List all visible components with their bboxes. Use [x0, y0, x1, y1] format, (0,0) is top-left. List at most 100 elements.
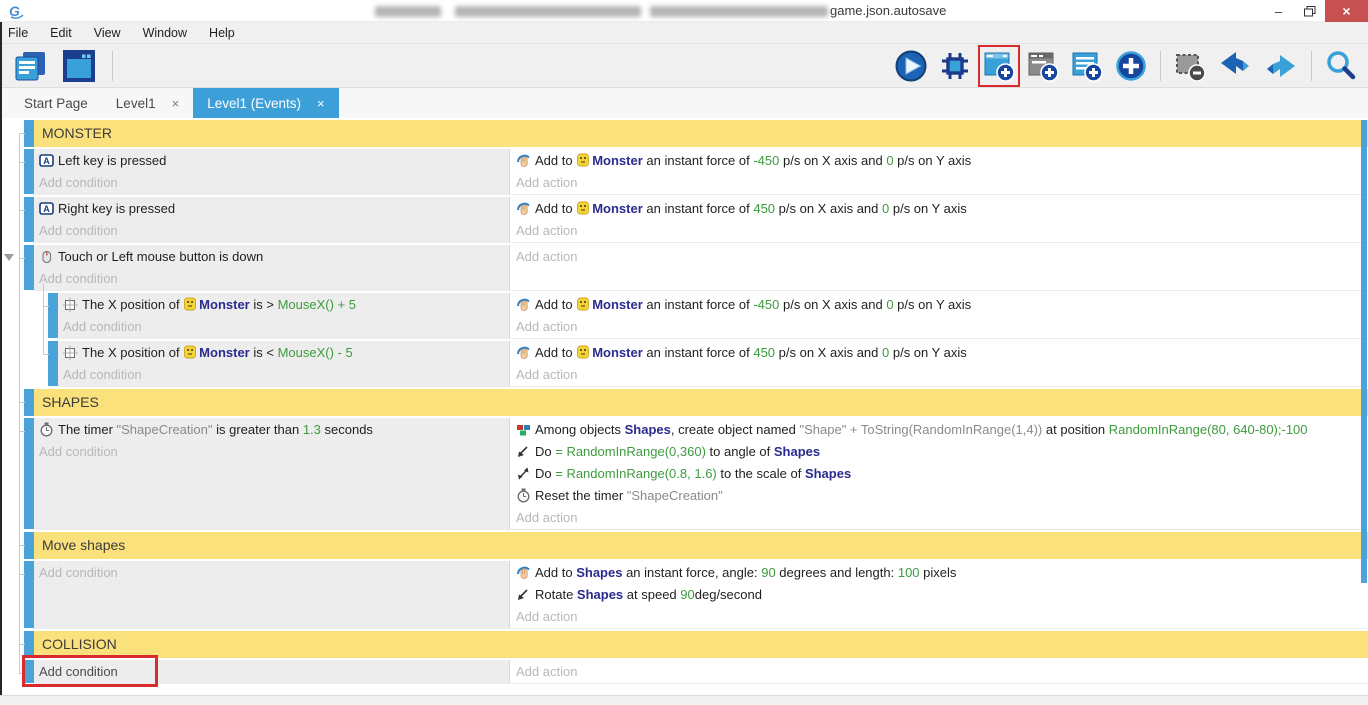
event-group-header[interactable]: MONSTER [34, 120, 1368, 147]
add-condition-button[interactable]: Add condition [34, 441, 509, 463]
add-action-button[interactable]: Add action [510, 246, 1368, 268]
action-line[interactable]: Do = RandomInRange(0.8, 1.6) to the scal… [510, 463, 1368, 485]
condition-line[interactable]: Touch or Left mouse button is down [34, 246, 509, 268]
monster-object-icon [183, 297, 199, 312]
tree-guide [43, 306, 49, 307]
actions-column: Among objects Shapes, create object name… [510, 418, 1368, 529]
tab-start-page[interactable]: Start Page [10, 88, 102, 118]
tab-level1-events-[interactable]: Level1 (Events) × [193, 88, 338, 118]
event-color-bar [24, 660, 34, 683]
text-segment: p/s on Y axis [894, 153, 972, 168]
collapse-expander-icon[interactable] [4, 254, 14, 261]
add-action-button[interactable]: Add action [510, 507, 1368, 529]
text-segment: 100 [898, 565, 920, 580]
window-left-border [0, 22, 2, 705]
toolbar [0, 44, 1368, 88]
add-action-button[interactable]: Add action [510, 661, 1368, 683]
event-color-bar [24, 389, 34, 416]
text-segment: p/s on Y axis [889, 201, 967, 216]
monster-object-icon [576, 201, 592, 216]
event-color-bar [48, 341, 58, 386]
action-line[interactable]: Among objects Shapes, create object name… [510, 419, 1368, 441]
text-segment: MouseX() - 5 [278, 345, 353, 360]
tab-level1[interactable]: Level1 × [102, 88, 193, 118]
conditions-column: The X position of Monster is < MouseX() … [58, 341, 510, 386]
condition-line[interactable]: The X position of Monster is < MouseX() … [58, 342, 509, 364]
undo-icon[interactable] [1213, 45, 1257, 87]
add-action-button[interactable]: Add action [510, 316, 1368, 338]
event-color-bar [24, 418, 34, 529]
gdevelop-logo-icon: G [7, 2, 27, 25]
close-button[interactable]: × [1325, 0, 1368, 22]
action-line[interactable]: Reset the timer "ShapeCreation" [510, 485, 1368, 507]
add-condition-button[interactable]: Add condition [58, 364, 509, 386]
menu-file[interactable]: File [8, 26, 39, 40]
text-segment: -450 [753, 297, 779, 312]
export-project-icon[interactable] [8, 45, 52, 87]
vertical-scrollbar[interactable] [1361, 120, 1367, 583]
action-line[interactable]: Add to Shapes an instant force, angle: 9… [510, 562, 1368, 584]
add-action-button[interactable]: Add action [510, 172, 1368, 194]
tab-label: Level1 [116, 96, 156, 111]
svg-text:A: A [43, 204, 50, 214]
tree-guide [19, 133, 20, 674]
tab-label: Level1 (Events) [207, 96, 301, 111]
add-condition-button[interactable]: Add condition [58, 316, 509, 338]
condition-line[interactable]: ARight key is pressed [34, 198, 509, 220]
add-action-button[interactable]: Add action [510, 606, 1368, 628]
conditions-column: ARight key is pressedAdd condition [34, 197, 510, 242]
condition-line[interactable]: The X position of Monster is > MouseX() … [58, 294, 509, 316]
menu-help[interactable]: Help [209, 26, 246, 40]
add-action-button[interactable]: Add action [510, 220, 1368, 242]
event-group-header[interactable]: SHAPES [34, 389, 1368, 416]
action-line[interactable]: Add to Monster an instant force of 450 p… [510, 198, 1368, 220]
event-group-header[interactable]: COLLISION [34, 631, 1368, 658]
redo-icon[interactable] [1259, 45, 1303, 87]
action-line[interactable]: Do = RandomInRange(0,360) to angle of Sh… [510, 441, 1368, 463]
add-condition-button[interactable]: Add condition [34, 268, 509, 290]
action-line[interactable]: Add to Monster an instant force of -450 … [510, 150, 1368, 172]
add-comment-icon[interactable] [1066, 45, 1108, 87]
text-segment: degrees and length: [776, 565, 898, 580]
add-condition-button[interactable]: Add condition [34, 562, 509, 584]
add-condition-button[interactable]: Add condition [34, 661, 509, 683]
remove-event-icon[interactable] [1169, 45, 1211, 87]
menu-window[interactable]: Window [143, 26, 198, 40]
action-line[interactable]: Add to Monster an instant force of -450 … [510, 294, 1368, 316]
tab-close-icon[interactable]: × [172, 96, 180, 111]
debug-icon[interactable] [934, 45, 976, 87]
search-icon[interactable] [1320, 45, 1362, 87]
restore-button[interactable] [1294, 0, 1325, 22]
menu-edit[interactable]: Edit [50, 26, 83, 40]
condition-line[interactable]: ALeft key is pressed [34, 150, 509, 172]
minimize-button[interactable]: – [1263, 0, 1294, 22]
tab-close-icon[interactable]: × [317, 96, 325, 111]
add-event-icon[interactable] [978, 45, 1020, 87]
event-group-header[interactable]: Move shapes [34, 532, 1368, 559]
add-action-button[interactable]: Add action [510, 364, 1368, 386]
toolbar-separator [1311, 51, 1312, 81]
menu-view[interactable]: View [94, 26, 132, 40]
text-segment: p/s on X axis and [775, 201, 882, 216]
text-segment: Do [535, 466, 555, 481]
event-color-bar [24, 120, 34, 147]
event-block: The X position of Monster is < MouseX() … [58, 341, 1368, 387]
action-line[interactable]: Add to Monster an instant force of 450 p… [510, 342, 1368, 364]
tree-guide [43, 354, 49, 355]
add-circle-icon[interactable] [1110, 45, 1152, 87]
condition-line[interactable]: The timer "ShapeCreation" is greater tha… [34, 419, 509, 441]
add-subevent-icon[interactable] [1022, 45, 1064, 87]
conditions-column: The X position of Monster is > MouseX() … [58, 293, 510, 338]
action-line[interactable]: Rotate Shapes at speed 90deg/second [510, 584, 1368, 606]
text-segment: The timer [58, 422, 117, 437]
scene-editor-icon[interactable] [58, 45, 100, 87]
play-icon[interactable] [890, 45, 932, 87]
add-condition-button[interactable]: Add condition [34, 172, 509, 194]
add-condition-button-label: Add condition [63, 319, 142, 334]
text-segment: = RandomInRange(0.8, 1.6) [555, 466, 717, 481]
redacted-title-text [455, 6, 641, 17]
add-condition-button[interactable]: Add condition [34, 220, 509, 242]
text-segment: to angle of [706, 444, 774, 459]
text-segment: an instant force of [643, 345, 754, 360]
toolbar-separator [112, 51, 113, 81]
